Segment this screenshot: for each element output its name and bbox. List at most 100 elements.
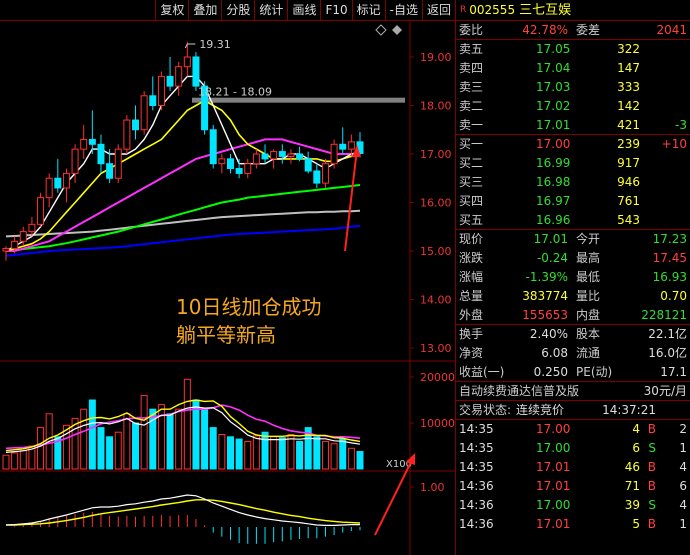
ask-row-3: 卖三 17.03 333: [456, 78, 690, 97]
drawn-horizontal-line[interactable]: [192, 97, 405, 103]
candle-body[interactable]: [45, 177, 53, 199]
candle-body[interactable]: [278, 151, 286, 157]
candle-body[interactable]: [19, 231, 27, 242]
candle-body[interactable]: [252, 153, 260, 165]
stat2-value-2: 17.1: [660, 365, 687, 379]
tick-row: 14:35 17.00 6 S 1: [456, 439, 690, 458]
stat-label: 总量: [459, 289, 484, 303]
candle-body[interactable]: [330, 143, 338, 165]
candle-body[interactable]: [166, 75, 174, 87]
toolbar-button-4[interactable]: 画线: [287, 0, 320, 21]
candle-body[interactable]: [71, 148, 79, 174]
candle-body[interactable]: [123, 119, 131, 150]
annotation-line-2: 躺平等新高: [176, 323, 276, 347]
stat2-value: 6.08: [541, 346, 568, 360]
toolbar-button-8[interactable]: 返回: [421, 0, 455, 21]
volume-bar: [175, 408, 183, 470]
stat-value-2: 16.93: [652, 270, 687, 284]
stat-label: 外盘: [459, 308, 484, 322]
volume-bar: [270, 436, 278, 470]
candle-body[interactable]: [11, 240, 19, 250]
tick-volume: 5: [632, 517, 640, 531]
volume-bar: [149, 408, 157, 470]
candle-body[interactable]: [80, 138, 88, 150]
toolbar-button-3[interactable]: 统计: [254, 0, 287, 21]
candle-body[interactable]: [296, 153, 304, 160]
toolbar-button-0[interactable]: 复权: [155, 0, 188, 21]
candle-body[interactable]: [54, 177, 62, 189]
kline-chart-area[interactable]: 19.00 18.00 17.00 16.00 15.00 14.00 13.00 19.31…: [0, 21, 455, 555]
candle-body[interactable]: [347, 141, 355, 150]
weicha-value: 2041: [656, 23, 687, 37]
candle-body[interactable]: [304, 158, 312, 172]
stat-value-2: 0.70: [660, 289, 687, 303]
ask-label: 卖三: [459, 80, 484, 94]
stat2-value-2: 16.0亿: [648, 346, 687, 360]
kline-chart-svg[interactable]: 19.00 18.00 17.00 16.00 15.00 14.00 13.00 19.31…: [0, 21, 455, 555]
candle-body[interactable]: [226, 158, 234, 170]
promo-price: 30元/月: [643, 384, 687, 398]
stock-name: 三七互娱: [519, 3, 572, 18]
tick-count: 6: [679, 479, 687, 493]
volume-bar: [244, 440, 252, 470]
bid-volume: 239: [617, 137, 640, 151]
candle-body[interactable]: [157, 75, 165, 107]
candle-body[interactable]: [140, 95, 148, 131]
bid-volume: 543: [617, 213, 640, 227]
bid-row-4: 买四 16.97 761: [456, 192, 690, 211]
candle-body[interactable]: [28, 223, 36, 233]
candle-body[interactable]: [287, 153, 295, 157]
candle-body[interactable]: [175, 66, 183, 87]
candle-body[interactable]: [97, 143, 105, 165]
bid-price: 17.00: [536, 137, 571, 151]
promo-row[interactable]: 自动续费通达信普及版 30元/月: [456, 382, 690, 401]
price-tick-label-3: 16.00: [420, 197, 452, 210]
candle-body[interactable]: [62, 172, 70, 189]
candle-body[interactable]: [244, 163, 252, 174]
candle-body[interactable]: [261, 153, 269, 160]
diamond-filled-icon[interactable]: [392, 25, 402, 35]
candle-body[interactable]: [2, 248, 10, 252]
tick-side: B: [647, 460, 656, 474]
webi-row: 委比 42.78% 委差 2041: [456, 21, 690, 40]
ask-volume: 333: [617, 80, 640, 94]
tick-side: B: [647, 517, 656, 531]
volume-bar: [97, 427, 105, 470]
candle-body[interactable]: [209, 129, 217, 165]
toolbar-button-5[interactable]: F10: [320, 0, 351, 21]
volume-bar: [226, 436, 234, 470]
tick-time: 14:36: [459, 479, 494, 493]
candle-body[interactable]: [270, 151, 278, 160]
tick-time: 14:36: [459, 498, 494, 512]
candle-body[interactable]: [321, 163, 329, 184]
candle-body[interactable]: [235, 168, 243, 174]
candle-body[interactable]: [313, 170, 321, 184]
ask-price: 17.05: [536, 42, 571, 56]
price-tick-label-6: 13.00: [420, 342, 452, 355]
toolbar-button-2[interactable]: 分股: [221, 0, 254, 21]
candle-body[interactable]: [106, 163, 114, 179]
toolbar-button-1[interactable]: 叠加: [188, 0, 221, 21]
price-tick-label-1: 18.00: [420, 100, 452, 113]
volume-bar: [2, 454, 10, 470]
candle-body[interactable]: [339, 143, 347, 150]
ask-row-5: 卖五 17.05 322: [456, 40, 690, 59]
candle-body[interactable]: [192, 56, 200, 87]
tick-side: B: [647, 479, 656, 493]
candle-body[interactable]: [149, 95, 157, 107]
candle-body[interactable]: [88, 138, 96, 145]
candle-body[interactable]: [218, 158, 226, 165]
toolbar-button-7[interactable]: -自选: [384, 0, 422, 21]
tick-count: 1: [679, 441, 687, 455]
candle-body[interactable]: [114, 148, 122, 179]
candle-body[interactable]: [183, 56, 191, 68]
stat-value: -1.39%: [525, 270, 568, 284]
candle-body[interactable]: [132, 119, 140, 131]
toolbar-button-6[interactable]: 标记: [351, 0, 385, 21]
diamond-outline-icon[interactable]: [375, 24, 387, 36]
stats-row-3: 总量 383774 量比 0.70: [456, 287, 690, 306]
stats2-row-2: 收益(一) 0.250 PE(动) 17.1: [456, 363, 690, 382]
stat-label-2: 今开: [576, 232, 601, 246]
price-tick-label-4: 15.00: [420, 245, 452, 258]
candle-body[interactable]: [37, 197, 45, 225]
